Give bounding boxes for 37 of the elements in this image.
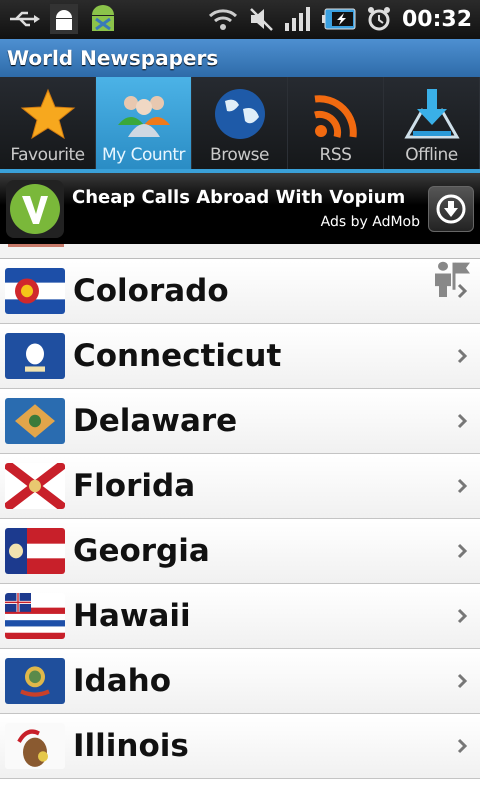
state-name: Delaware: [73, 403, 238, 439]
ad-banner[interactable]: Cheap Calls Abroad With Vopium Ads by AdMob: [0, 173, 480, 244]
chevron-icon: [456, 673, 468, 689]
state-name: Idaho: [73, 663, 172, 699]
chevron-icon: [456, 283, 468, 299]
chevron-icon: [456, 608, 468, 624]
tab[interactable]: Browse: [192, 77, 288, 169]
star-icon: [18, 87, 76, 141]
state-name: Hawaii: [73, 598, 192, 634]
list-item[interactable]: Colorado: [0, 259, 480, 324]
chevron-icon: [456, 543, 468, 559]
download-icon: [402, 87, 460, 141]
download-button[interactable]: [428, 186, 474, 232]
state-name: Florida: [73, 468, 196, 504]
battery-icon: [322, 8, 356, 30]
chevron-icon: [456, 478, 468, 494]
wifi-icon: [208, 7, 238, 31]
state-name: Colorado: [73, 273, 230, 309]
ad-attribution: Ads by AdMob: [320, 214, 420, 230]
chevron-icon: [456, 413, 468, 429]
usb-icon: [8, 10, 40, 28]
ad-headline: Cheap Calls Abroad With Vopium: [72, 187, 406, 208]
signal-icon: [284, 7, 312, 31]
person-with-flag-icon[interactable]: [432, 259, 472, 297]
app-title: World Newspapers: [7, 46, 218, 70]
app-logo-icon: [6, 180, 64, 238]
state-name: Illinois: [73, 728, 190, 764]
clock-time: 00:32: [402, 6, 472, 32]
tab[interactable]: Favourite: [0, 77, 96, 169]
chevron-icon: [456, 738, 468, 754]
tab[interactable]: Offline: [384, 77, 480, 169]
tab[interactable]: RSS: [288, 77, 384, 169]
mute-icon: [248, 6, 274, 32]
chevron-icon: [456, 348, 468, 364]
state-name: Connecticut: [73, 338, 282, 374]
state-name: Georgia: [73, 533, 211, 569]
alarm-icon: [366, 6, 392, 32]
